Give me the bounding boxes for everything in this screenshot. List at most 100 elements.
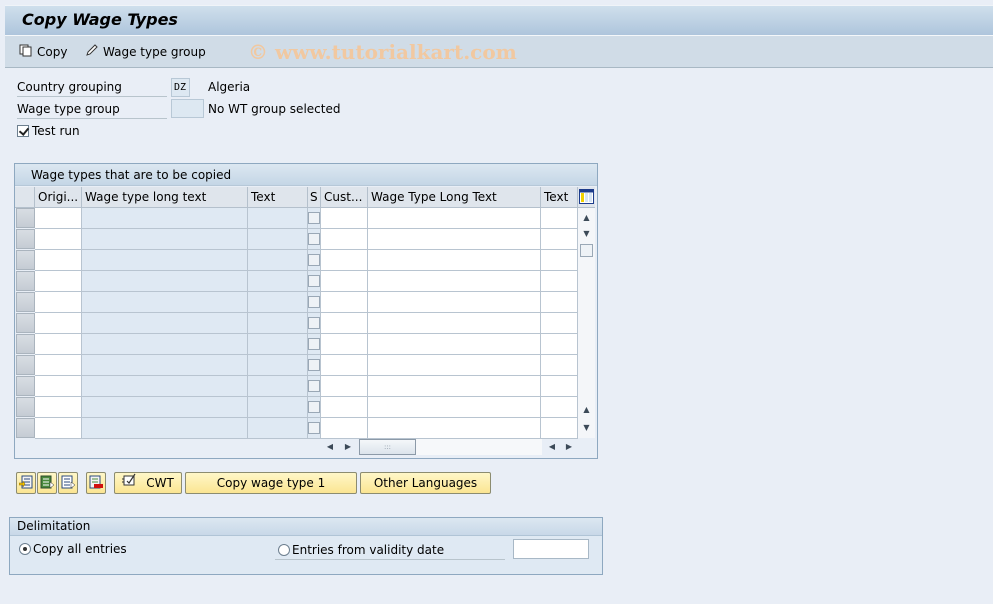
- row-checkbox[interactable]: [308, 359, 320, 371]
- horizontal-scrollbar[interactable]: ◀ ▶ ::: ◀ ▶: [321, 438, 578, 456]
- radio-selected-icon[interactable]: [19, 543, 31, 555]
- cwt-button[interactable]: CWT: [114, 472, 182, 494]
- row-selector[interactable]: [16, 229, 35, 249]
- row-selector[interactable]: [16, 355, 35, 375]
- other-languages-button[interactable]: Other Languages: [360, 472, 491, 494]
- cell-s[interactable]: [308, 313, 321, 334]
- cell-wage-type-long-text-2[interactable]: [368, 229, 541, 250]
- cell-text[interactable]: [248, 229, 308, 250]
- cell-wage-type-long-text[interactable]: [82, 229, 248, 250]
- vertical-scrollbar[interactable]: ▲ ▼ ▲ ▼: [578, 208, 595, 438]
- cell-text-2[interactable]: [541, 271, 578, 292]
- scroll-right-end-icon[interactable]: ▶: [562, 440, 576, 454]
- cell-customer[interactable]: [321, 271, 368, 292]
- page-down-icon[interactable]: ▼: [579, 420, 594, 435]
- scroll-down-icon[interactable]: ▼: [579, 226, 594, 241]
- horizontal-scroll-track[interactable]: [416, 439, 542, 455]
- cell-text[interactable]: [248, 271, 308, 292]
- insert-row-button[interactable]: [16, 472, 36, 494]
- cell-text-2[interactable]: [541, 397, 578, 418]
- cell-wage-type-long-text-2[interactable]: [368, 271, 541, 292]
- row-selector[interactable]: [16, 250, 35, 270]
- column-header-wage-type-long-text[interactable]: Wage type long text: [82, 187, 248, 208]
- cell-text[interactable]: [248, 292, 308, 313]
- wage-type-group-input[interactable]: [171, 99, 204, 118]
- cell-wage-type-long-text-2[interactable]: [368, 208, 541, 229]
- copy-button[interactable]: Copy: [19, 44, 67, 60]
- cell-text-2[interactable]: [541, 376, 578, 397]
- cell-s[interactable]: [308, 292, 321, 313]
- scroll-left-icon[interactable]: ◀: [323, 440, 337, 454]
- cell-text[interactable]: [248, 250, 308, 271]
- delete-row-button[interactable]: [86, 472, 106, 494]
- cell-wage-type-long-text-2[interactable]: [368, 355, 541, 376]
- column-header-text[interactable]: Text: [248, 187, 308, 208]
- page-up-icon[interactable]: ▲: [579, 402, 594, 417]
- cell-wage-type-long-text[interactable]: [82, 334, 248, 355]
- entries-from-validity-date-radio[interactable]: Entries from validity date: [275, 541, 505, 560]
- test-run-checkbox[interactable]: Test run: [17, 124, 80, 138]
- cell-s[interactable]: [308, 334, 321, 355]
- cell-wage-type-long-text-2[interactable]: [368, 292, 541, 313]
- cell-text-2[interactable]: [541, 355, 578, 376]
- cell-text-2[interactable]: [541, 229, 578, 250]
- cell-text[interactable]: [248, 418, 308, 439]
- column-header-original[interactable]: Origi...: [35, 187, 82, 208]
- row-checkbox[interactable]: [308, 317, 320, 329]
- row-selector[interactable]: [16, 313, 35, 333]
- column-header-customer[interactable]: Cust...: [321, 187, 368, 208]
- row-selector[interactable]: [16, 376, 35, 396]
- cell-text[interactable]: [248, 334, 308, 355]
- horizontal-scroll-thumb[interactable]: :::: [359, 439, 416, 455]
- cell-text[interactable]: [248, 208, 308, 229]
- cell-text[interactable]: [248, 376, 308, 397]
- row-checkbox[interactable]: [308, 401, 320, 413]
- column-header-wage-type-long-text-2[interactable]: Wage Type Long Text: [368, 187, 541, 208]
- cell-original[interactable]: [35, 376, 82, 397]
- row-checkbox[interactable]: [308, 296, 320, 308]
- cell-customer[interactable]: [321, 355, 368, 376]
- select-all-rows-header[interactable]: [15, 187, 35, 208]
- cell-wage-type-long-text-2[interactable]: [368, 250, 541, 271]
- cell-s[interactable]: [308, 250, 321, 271]
- cell-text[interactable]: [248, 313, 308, 334]
- cell-wage-type-long-text[interactable]: [82, 250, 248, 271]
- cell-original[interactable]: [35, 397, 82, 418]
- cell-customer[interactable]: [321, 229, 368, 250]
- wage-type-group-button[interactable]: Wage type group: [85, 44, 206, 60]
- cell-customer[interactable]: [321, 397, 368, 418]
- cell-text-2[interactable]: [541, 334, 578, 355]
- cell-s[interactable]: [308, 355, 321, 376]
- cell-s[interactable]: [308, 208, 321, 229]
- cell-wage-type-long-text[interactable]: [82, 208, 248, 229]
- cell-original[interactable]: [35, 229, 82, 250]
- cell-text-2[interactable]: [541, 208, 578, 229]
- cell-original[interactable]: [35, 355, 82, 376]
- cell-wage-type-long-text[interactable]: [82, 376, 248, 397]
- cell-text[interactable]: [248, 397, 308, 418]
- table-settings-icon[interactable]: [579, 189, 594, 207]
- cell-customer[interactable]: [321, 208, 368, 229]
- cell-text[interactable]: [248, 355, 308, 376]
- cell-wage-type-long-text-2[interactable]: [368, 397, 541, 418]
- cell-original[interactable]: [35, 334, 82, 355]
- cell-original[interactable]: [35, 208, 82, 229]
- row-selector[interactable]: [16, 208, 35, 228]
- row-checkbox[interactable]: [308, 422, 320, 434]
- cell-wage-type-long-text-2[interactable]: [368, 376, 541, 397]
- row-checkbox[interactable]: [308, 254, 320, 266]
- cell-original[interactable]: [35, 292, 82, 313]
- scroll-thumb[interactable]: [580, 244, 593, 257]
- row-checkbox[interactable]: [308, 380, 320, 392]
- deselect-all-button[interactable]: [58, 472, 78, 494]
- cell-text-2[interactable]: [541, 313, 578, 334]
- cell-s[interactable]: [308, 397, 321, 418]
- cell-original[interactable]: [35, 418, 82, 439]
- country-grouping-input[interactable]: DZ: [171, 78, 190, 97]
- scroll-left-end-icon[interactable]: ◀: [545, 440, 559, 454]
- cell-customer[interactable]: [321, 313, 368, 334]
- cell-wage-type-long-text[interactable]: [82, 355, 248, 376]
- cell-text-2[interactable]: [541, 250, 578, 271]
- select-all-button[interactable]: [37, 472, 57, 494]
- row-checkbox[interactable]: [308, 233, 320, 245]
